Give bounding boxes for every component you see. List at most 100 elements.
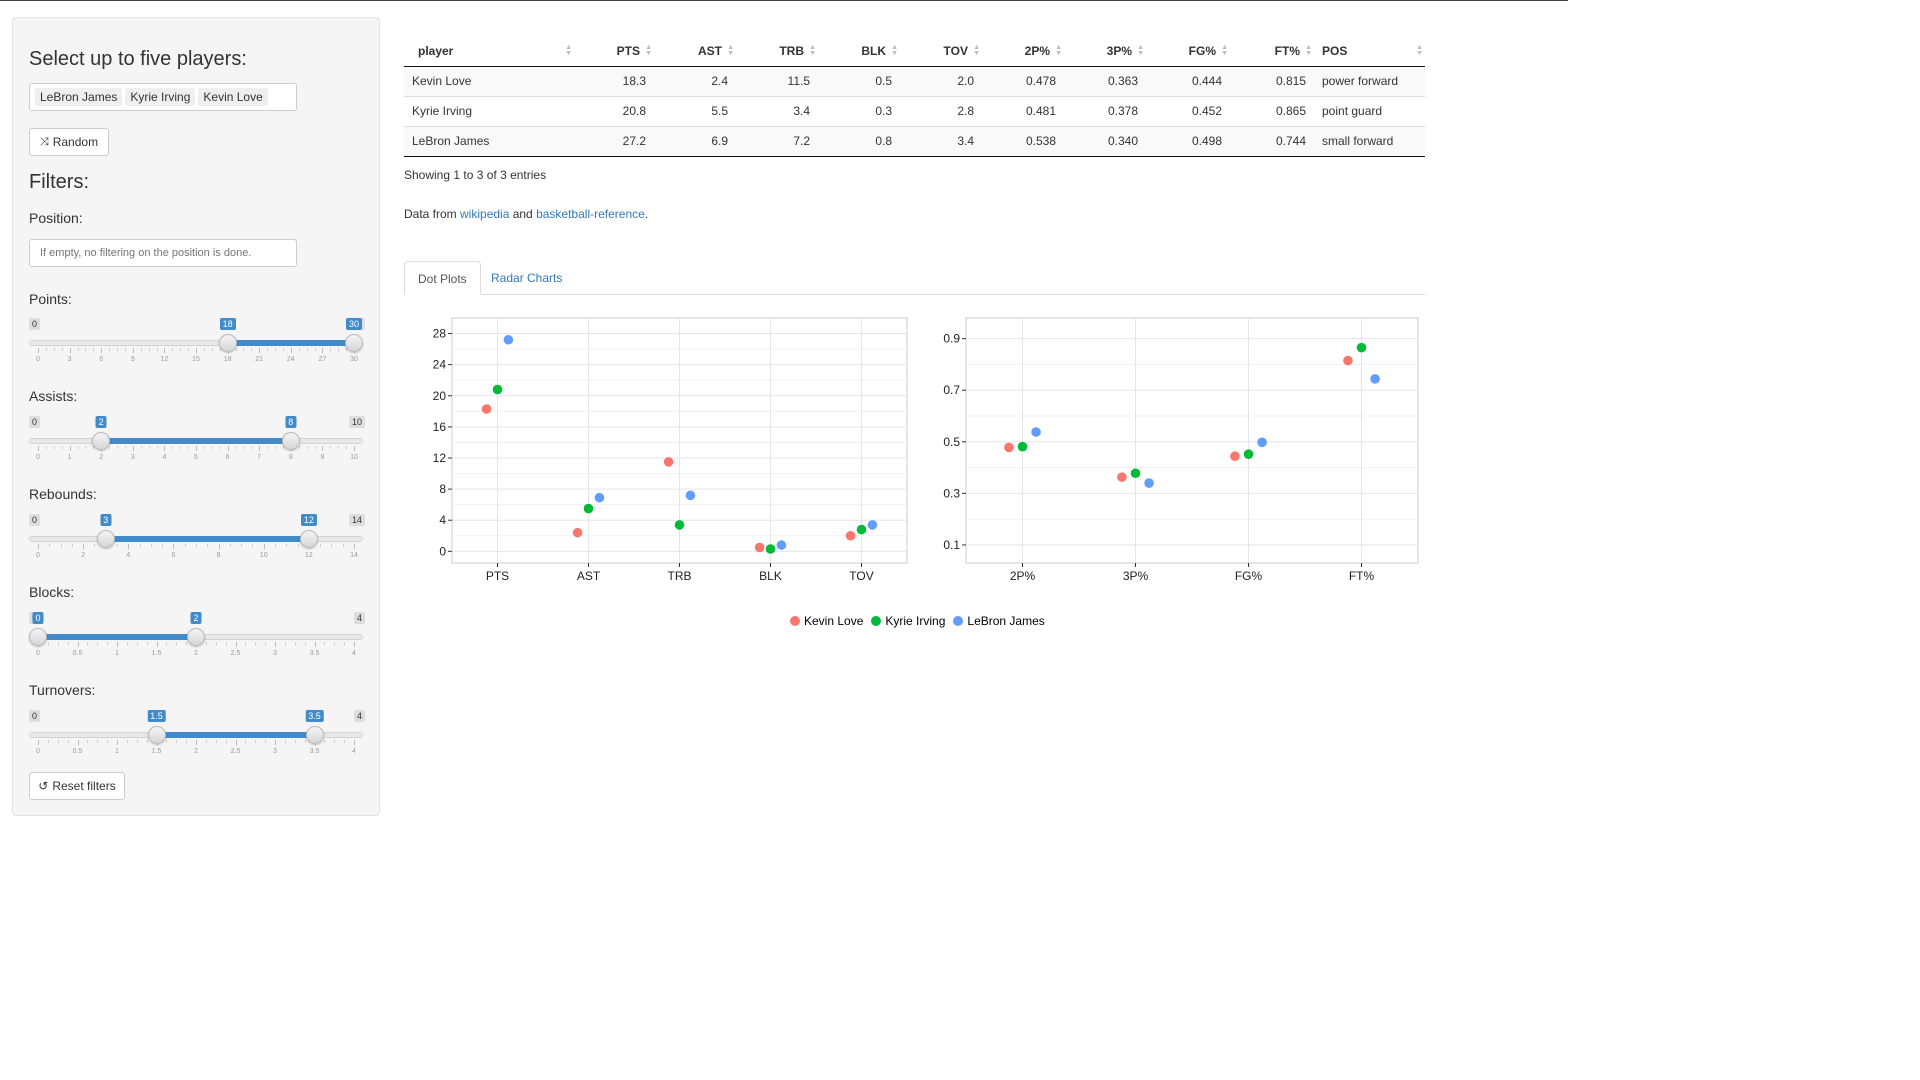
slider-handle-to[interactable] <box>281 432 300 450</box>
slider-tick-label: 6 <box>171 552 176 559</box>
slider-tick-label: 8 <box>288 454 293 461</box>
slider-tick-label: 1 <box>115 650 119 657</box>
column-header[interactable]: 3P% ▲ ▼ <box>1064 36 1146 67</box>
slider-tick-label: 3 <box>273 650 277 657</box>
slider-tick <box>132 446 134 451</box>
slider-tick <box>173 544 175 549</box>
player-select-input[interactable]: LeBron James Kyrie Irving Kevin Love <box>29 83 297 111</box>
slider-minor-tick <box>150 544 152 547</box>
table-row[interactable]: Kyrie Irving 20.8 5.5 3.4 0.3 2.8 0.481 … <box>404 96 1425 127</box>
slider-tick <box>354 740 355 745</box>
slider-minor-tick <box>324 642 326 645</box>
slider-tick-label: 1.5 <box>151 650 162 657</box>
slider-from-value: 1.5 <box>147 710 166 722</box>
slider-rebounds[interactable]: 0 14 3 12 0 2 4 6 8 10 12 14 <box>29 514 365 574</box>
data-point <box>1356 342 1367 353</box>
y-tick-label: 0.7 <box>943 383 960 397</box>
slider-handle-to[interactable] <box>187 628 205 646</box>
data-point <box>776 540 787 550</box>
slider-minor-tick <box>107 642 109 645</box>
column-header[interactable]: 2P% ▲ ▼ <box>982 36 1064 67</box>
y-tick-label: 28 <box>433 327 447 341</box>
slider-handle-from[interactable] <box>96 530 115 548</box>
slider-handle-from[interactable] <box>147 726 166 744</box>
table-row[interactable]: LeBron James 27.2 6.9 7.2 0.8 3.4 0.538 … <box>404 126 1425 157</box>
slider-minor-tick <box>215 642 217 645</box>
table-cell: 0.3 <box>818 96 900 127</box>
table-row[interactable]: Kevin Love 18.3 2.4 11.5 0.5 2.0 0.478 0… <box>404 66 1425 97</box>
table-cell: 5.5 <box>654 96 736 127</box>
slider-max-label: 4 <box>353 710 365 722</box>
slider-minor-tick <box>188 446 190 449</box>
slider-handle-from[interactable] <box>218 334 237 352</box>
sort-icon: ▲ ▼ <box>1055 44 1062 57</box>
slider-minor-tick <box>146 642 148 645</box>
slider-minor-tick <box>166 642 168 645</box>
slider-turnovers[interactable]: 0 4 1.5 3.5 0 0.5 1 1.5 2 2.5 3 3.5 4 <box>29 710 365 770</box>
table-cell: 2.8 <box>900 96 982 127</box>
slider-minor-tick <box>284 740 286 743</box>
table-cell: 2.4 <box>654 66 736 97</box>
slider-tick-label: 0.5 <box>72 650 83 657</box>
column-header[interactable]: PTS ▲ ▼ <box>574 36 654 67</box>
slider-tick-label: 1.5 <box>151 748 162 755</box>
slider-handle-from[interactable] <box>92 432 111 450</box>
player-chip[interactable]: Kyrie Irving <box>125 88 196 106</box>
slider-points[interactable]: 0301830036912151821242730 <box>29 318 365 378</box>
wikipedia-link[interactable]: wikipedia <box>460 207 509 221</box>
column-header[interactable]: FG% ▲ ▼ <box>1146 36 1230 67</box>
slider-minor-tick <box>109 348 111 351</box>
slider-handle-to[interactable] <box>299 530 318 548</box>
slider-blocks[interactable]: 040200.511.522.533.54 <box>29 612 365 672</box>
column-header[interactable]: AST ▲ ▼ <box>654 36 736 67</box>
dot-plot-counting-stats: 0 4 8 12 16 20 24 28 PTS AST TRB BLK TOV <box>433 317 908 583</box>
x-tick-label: TOV <box>849 569 873 583</box>
column-header[interactable]: BLK ▲ ▼ <box>818 36 900 67</box>
tab-radar-charts[interactable]: Radar Charts <box>478 261 575 295</box>
y-tick-label: 12 <box>433 451 447 465</box>
column-header[interactable]: TOV ▲ ▼ <box>900 36 982 67</box>
slider-minor-tick <box>47 642 49 645</box>
slider-minor-tick <box>136 642 138 645</box>
column-header[interactable]: FT% ▲ ▼ <box>1230 36 1314 67</box>
slider-assists[interactable]: 0 10 2 8 0 1 2 3 4 5 6 7 8 9 10 <box>29 416 365 476</box>
slider-tick-label: 27 <box>318 356 327 363</box>
player-chip[interactable]: LeBron James <box>35 88 123 106</box>
position-input[interactable] <box>29 239 297 267</box>
slider-tick-label: 24 <box>286 356 295 363</box>
tab-dot-plots[interactable]: Dot Plots <box>404 261 481 295</box>
slider-tick-label: 12 <box>304 552 313 559</box>
slider-minor-tick <box>251 348 253 351</box>
slider-minor-tick <box>126 642 128 645</box>
x-tick-label: 2P% <box>1010 569 1036 583</box>
slider-tick <box>259 446 261 451</box>
random-button[interactable]: ⤨ Random <box>29 128 109 156</box>
slider-minor-tick <box>188 348 190 351</box>
slider-handle-from[interactable] <box>29 628 47 646</box>
slider-minor-tick <box>57 740 59 743</box>
table-cell: 2.0 <box>900 66 982 97</box>
column-header[interactable]: player ▲ ▼ <box>404 36 574 67</box>
slider-minor-tick <box>243 348 245 351</box>
column-header[interactable]: TRB ▲ ▼ <box>736 36 818 67</box>
basketball-reference-link[interactable]: basketball-reference <box>536 207 645 221</box>
column-header[interactable]: POS ▲ ▼ <box>1314 36 1425 67</box>
sidebar-panel: Select up to five players: LeBron James … <box>12 17 380 816</box>
slider-minor-tick <box>211 348 213 351</box>
slider-handle-to[interactable] <box>345 334 363 352</box>
slider-minor-tick <box>252 544 254 547</box>
slider-from-value: 0 <box>32 612 44 624</box>
table-cell: 0.340 <box>1064 126 1146 157</box>
slider-tick <box>259 348 261 353</box>
slider-min-label: 0 <box>29 416 41 428</box>
slider-minor-tick <box>71 544 73 547</box>
slider-tick-label: 2 <box>99 454 104 461</box>
slider-minor-tick <box>140 348 142 351</box>
slider-label-turnovers: Turnovers: <box>29 682 96 698</box>
slider-tick-label: 10 <box>350 454 358 461</box>
reset-filters-button[interactable]: ↺ Reset filters <box>29 772 125 800</box>
slider-minor-tick <box>225 642 227 645</box>
player-chip[interactable]: Kevin Love <box>198 88 268 106</box>
slider-handle-to[interactable] <box>305 726 324 744</box>
slider-minor-tick <box>67 642 69 645</box>
